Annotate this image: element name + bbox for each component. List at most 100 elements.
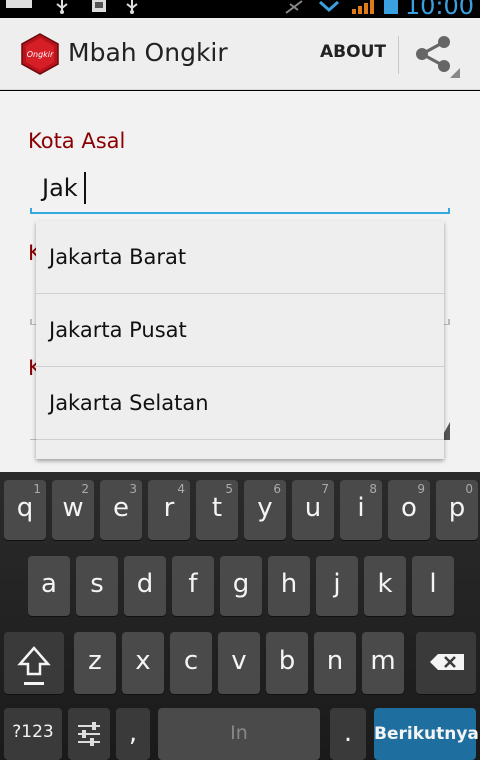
key-c[interactable]: c	[170, 632, 212, 694]
share-icon	[416, 36, 460, 78]
battery-icon	[384, 0, 398, 14]
key-hint: 4	[177, 482, 185, 496]
suggestion-label: Jakarta Selatan	[49, 391, 209, 415]
key-label: q	[16, 493, 34, 523]
space-key[interactable]: In	[158, 708, 320, 760]
key-label: p	[448, 493, 466, 523]
action-bar-divider	[398, 36, 399, 74]
symbols-label: ?123	[12, 722, 54, 742]
key-label: k	[377, 569, 393, 599]
key-hint: 9	[417, 482, 425, 496]
key-hint: 0	[465, 482, 473, 496]
key-z[interactable]: z	[74, 632, 116, 694]
next-key[interactable]: Berikutnya	[374, 708, 479, 760]
input-underline	[30, 212, 450, 214]
suggestion-label: Jakarta Barat	[49, 245, 187, 269]
suggestion-item[interactable]: Jakarta Pusat	[36, 294, 444, 367]
settings-sliders-icon	[78, 722, 100, 746]
key-r[interactable]: r4	[148, 480, 190, 540]
delete-key[interactable]	[416, 632, 476, 694]
comma-key[interactable]: ,	[116, 708, 150, 760]
shift-key[interactable]	[4, 632, 64, 694]
sd-card-icon	[92, 0, 106, 12]
app-title: Mbah Ongkir	[68, 38, 228, 67]
key-u[interactable]: u7	[292, 480, 334, 540]
kota-asal-value: Jak	[42, 174, 78, 202]
settings-key[interactable]	[68, 708, 110, 760]
key-j[interactable]: j	[316, 556, 358, 616]
input-tick-left	[30, 208, 32, 214]
key-q[interactable]: q1	[4, 480, 46, 540]
key-w[interactable]: w2	[52, 480, 94, 540]
key-d[interactable]: d	[124, 556, 166, 616]
status-bar: 10:00	[0, 0, 480, 20]
key-a[interactable]: a	[28, 556, 70, 616]
comma-label: ,	[128, 718, 138, 748]
photo-icon	[6, 0, 32, 8]
key-label: n	[326, 646, 344, 676]
key-b[interactable]: b	[266, 632, 308, 694]
key-label: h	[280, 569, 298, 599]
key-label: m	[370, 646, 396, 676]
key-label: f	[188, 569, 198, 599]
shift-icon	[17, 646, 51, 685]
usb-icon	[56, 0, 68, 14]
autocomplete-dropdown: Jakarta Barat Jakarta Pusat Jakarta Sela…	[36, 221, 444, 459]
airplane-icon	[285, 0, 303, 14]
key-label: w	[62, 493, 84, 523]
key-o[interactable]: o9	[388, 480, 430, 540]
share-button[interactable]	[408, 30, 464, 80]
key-label: x	[135, 646, 151, 676]
key-h[interactable]: h	[268, 556, 310, 616]
key-p[interactable]: p0	[436, 480, 478, 540]
key-l[interactable]: l	[412, 556, 454, 616]
space-label: In	[230, 722, 248, 744]
period-key[interactable]: .	[330, 708, 366, 760]
key-s[interactable]: s	[76, 556, 118, 616]
suggestion-label: Jakarta Pusat	[49, 318, 187, 342]
key-label: i	[357, 493, 365, 523]
key-k[interactable]: k	[364, 556, 406, 616]
about-button[interactable]: ABOUT	[318, 42, 388, 68]
key-f[interactable]: f	[172, 556, 214, 616]
key-label: e	[113, 493, 129, 523]
action-bar: Ongkir Mbah Ongkir ABOUT	[0, 18, 480, 90]
next-label: Berikutnya	[374, 724, 479, 744]
suggestion-item[interactable]: Jakarta Selatan	[36, 367, 444, 440]
kota-tujuan-tick	[30, 319, 32, 325]
suggestion-item[interactable]: Jakarta Barat	[36, 221, 444, 294]
key-hint: 8	[369, 482, 377, 496]
key-x[interactable]: x	[122, 632, 164, 694]
key-hint: 6	[273, 482, 281, 496]
key-y[interactable]: y6	[244, 480, 286, 540]
key-hint: 5	[225, 482, 233, 496]
usb-icon	[126, 0, 138, 14]
key-t[interactable]: t5	[196, 480, 238, 540]
kota-tujuan-tick	[448, 319, 450, 325]
key-hint: 3	[129, 482, 137, 496]
signal-icon	[352, 0, 374, 14]
app-logo: Ongkir	[21, 33, 59, 75]
key-hint: 2	[81, 482, 89, 496]
key-label: d	[136, 569, 154, 599]
key-label: c	[183, 646, 199, 676]
input-tick-right	[448, 208, 450, 214]
kota-asal-label: Kota Asal	[28, 129, 126, 153]
key-label: u	[304, 493, 322, 523]
delete-icon	[430, 654, 464, 670]
wifi-icon	[319, 0, 339, 13]
key-label: l	[429, 569, 437, 599]
key-i[interactable]: i8	[340, 480, 382, 540]
key-e[interactable]: e3	[100, 480, 142, 540]
key-v[interactable]: v	[218, 632, 260, 694]
key-label: t	[211, 493, 223, 523]
key-label: r	[163, 493, 175, 523]
key-g[interactable]: g	[220, 556, 262, 616]
key-n[interactable]: n	[314, 632, 356, 694]
kota-asal-input[interactable]: Jak	[30, 166, 450, 214]
clock: 10:00	[404, 0, 474, 20]
symbols-key[interactable]: ?123	[4, 708, 62, 760]
key-label: b	[278, 646, 296, 676]
key-m[interactable]: m	[362, 632, 404, 694]
key-label: z	[88, 646, 102, 676]
